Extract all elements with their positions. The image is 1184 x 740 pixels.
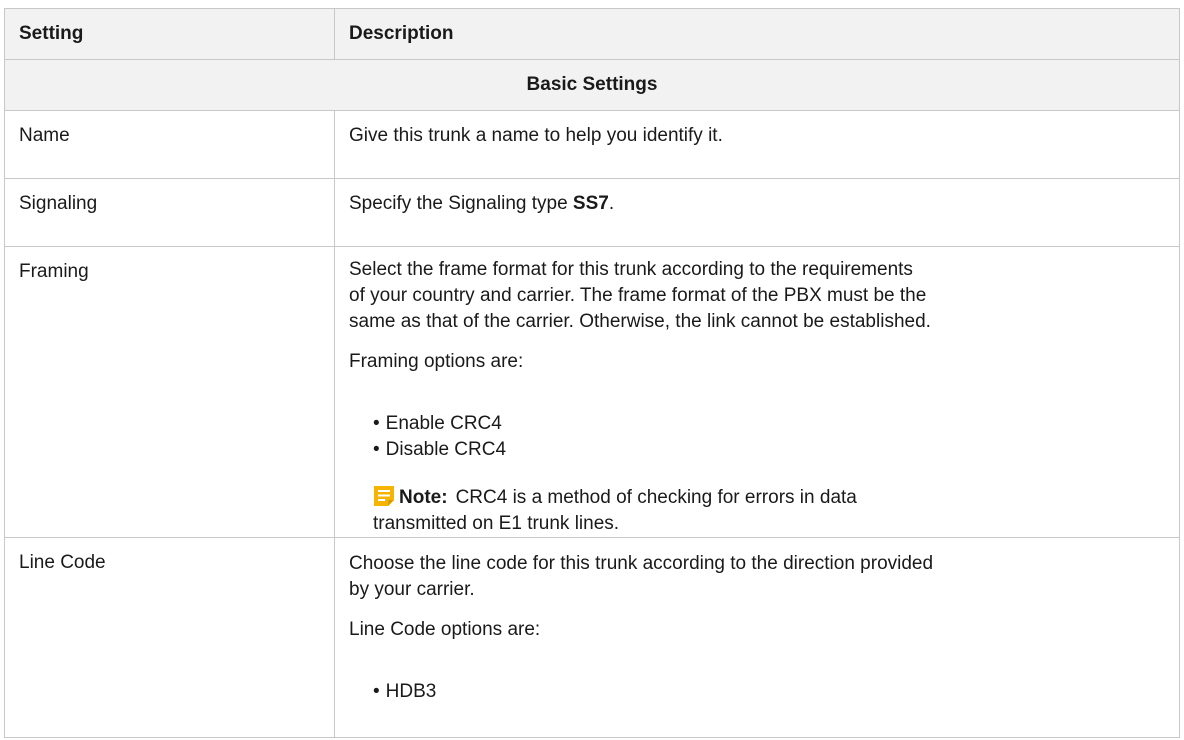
list-item: • Disable CRC4 (373, 439, 507, 460)
line-code-options-list: • HDB3 (349, 679, 1165, 705)
setting-name: Name (4, 110, 335, 179)
table-header-row: Setting Description (4, 8, 1180, 60)
table-row: Framing Select the frame format for this… (4, 246, 1180, 538)
table-row: Line Code Choose the line code for this … (4, 537, 1180, 738)
description-framing: Select the frame format for this trunk a… (334, 246, 1180, 538)
line-code-desc-line: Choose the line code for this trunk acco… (349, 553, 934, 574)
framing-desc-line: same as that of the carrier. Otherwise, … (349, 311, 931, 332)
note-label: Note: (399, 487, 448, 508)
signaling-desc-prefix: Specify the Signaling type (349, 193, 573, 214)
header-setting: Setting (4, 8, 335, 60)
description-signaling: Specify the Signaling type SS7. (334, 178, 1180, 247)
description-name: Give this trunk a name to help you ident… (334, 110, 1180, 179)
framing-desc-line: Select the frame format for this trunk a… (349, 259, 913, 280)
setting-framing: Framing (4, 246, 335, 538)
signaling-desc-suffix: . (608, 193, 615, 214)
signaling-type: SS7 (572, 193, 609, 214)
line-code-options-intro: Line Code options are: (349, 619, 541, 640)
line-code-desc-line: by your carrier. (349, 579, 475, 600)
framing-options-list: • Enable CRC4 • Disable CRC4 (349, 411, 1165, 463)
framing-note: Note: CRC4 is a method of checking for er… (349, 485, 1165, 537)
table-row: Name Give this trunk a name to help you … (4, 110, 1180, 179)
settings-table: Setting Description Basic Settings Name … (4, 8, 1180, 738)
section-row: Basic Settings (4, 59, 1180, 111)
setting-signaling: Signaling (4, 178, 335, 247)
framing-options-intro: Framing options are: (349, 351, 524, 372)
setting-line-code: Line Code (4, 537, 335, 738)
framing-desc-line: of your country and carrier. The frame f… (349, 285, 927, 306)
note-icon (373, 485, 395, 507)
note-text-line: CRC4 is a method of checking for errors … (455, 487, 857, 508)
list-item: • Enable CRC4 (373, 413, 502, 434)
note-text-line: transmitted on E1 trunk lines. (373, 513, 620, 534)
section-title: Basic Settings (4, 59, 1180, 111)
table-row: Signaling Specify the Signaling type SS7… (4, 178, 1180, 247)
description-line-code: Choose the line code for this trunk acco… (334, 537, 1180, 738)
header-description: Description (334, 8, 1180, 60)
list-item: • HDB3 (373, 681, 437, 702)
